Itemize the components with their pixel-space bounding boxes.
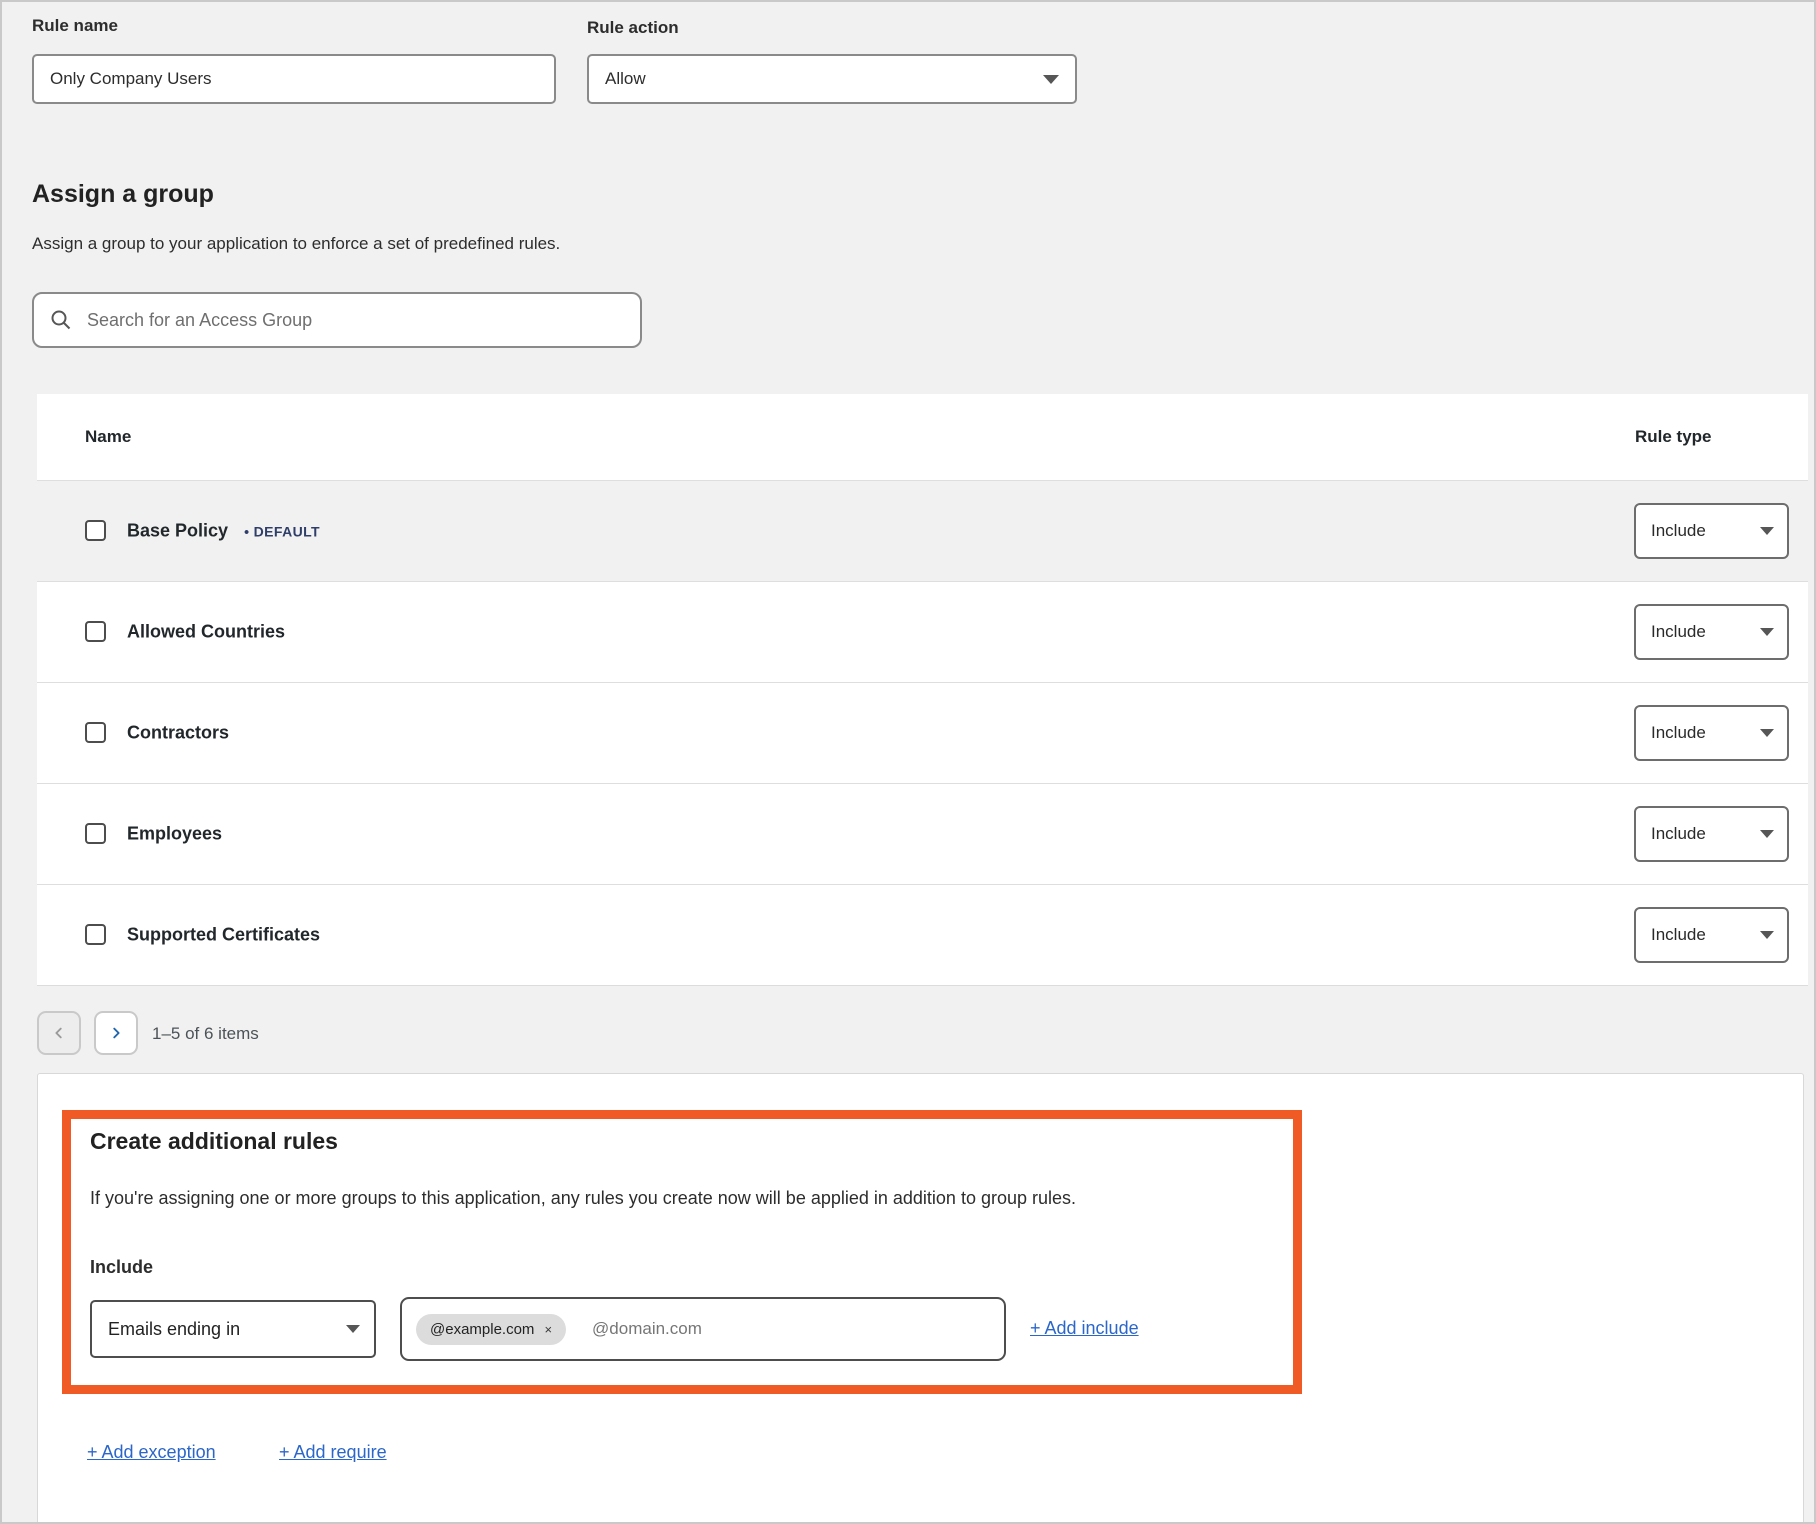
row-checkbox[interactable] — [85, 924, 106, 945]
chevron-down-icon — [1043, 75, 1059, 84]
email-domain-placeholder: @domain.com — [592, 1319, 702, 1339]
table-row: Employees Include — [37, 783, 1808, 884]
row-name-label: Supported Certificates — [127, 925, 320, 946]
additional-rules-description: If you're assigning one or more groups t… — [90, 1188, 1270, 1209]
rule-type-select[interactable]: Include — [1634, 503, 1789, 559]
row-name-label: Employees — [127, 824, 222, 845]
column-header-name: Name — [85, 427, 131, 447]
include-condition-select[interactable]: Emails ending in — [90, 1300, 376, 1358]
chevron-left-icon — [52, 1026, 66, 1040]
row-name-label: Allowed Countries — [127, 622, 285, 643]
email-domain-tag: @example.com × — [416, 1314, 566, 1345]
default-badge: DEFAULT — [244, 524, 320, 540]
row-checkbox[interactable] — [85, 722, 106, 743]
row-checkbox[interactable] — [85, 621, 106, 642]
rule-type-select[interactable]: Include — [1634, 604, 1789, 660]
rule-name-input[interactable]: Only Company Users — [32, 54, 556, 104]
chevron-down-icon — [1760, 931, 1774, 939]
access-group-table: Name Rule type Base PolicyDEFAULT Includ… — [37, 394, 1808, 986]
rule-action-select[interactable]: Allow — [587, 54, 1077, 104]
row-checkbox[interactable] — [85, 520, 106, 541]
group-table-body: Base PolicyDEFAULT Include Allowed Count… — [37, 480, 1808, 985]
chevron-down-icon — [1760, 628, 1774, 636]
column-header-rule-type: Rule type — [1635, 427, 1712, 447]
previous-page-button[interactable] — [37, 1011, 81, 1055]
rule-name-label: Rule name — [32, 16, 118, 36]
rule-type-select[interactable]: Include — [1634, 907, 1789, 963]
add-require-link[interactable]: + Add require — [279, 1442, 387, 1463]
rule-name-value: Only Company Users — [50, 69, 212, 89]
rule-action-value: Allow — [605, 69, 646, 89]
chevron-right-icon — [109, 1026, 123, 1040]
table-row: Base PolicyDEFAULT Include — [37, 480, 1808, 581]
assign-group-heading: Assign a group — [32, 180, 214, 209]
search-icon — [50, 309, 72, 331]
search-placeholder: Search for an Access Group — [87, 310, 312, 331]
table-row: Contractors Include — [37, 682, 1808, 783]
table-row: Allowed Countries Include — [37, 581, 1808, 682]
chevron-down-icon — [1760, 527, 1774, 535]
table-header-row: Name Rule type — [37, 394, 1808, 480]
chevron-down-icon — [1760, 729, 1774, 737]
table-row: Supported Certificates Include — [37, 884, 1808, 985]
include-condition-value: Emails ending in — [108, 1319, 240, 1340]
email-domain-input[interactable]: @example.com × @domain.com — [400, 1297, 1006, 1361]
access-group-search-input[interactable]: Search for an Access Group — [32, 292, 642, 348]
rule-type-select[interactable]: Include — [1634, 806, 1789, 862]
row-name-label: Contractors — [127, 723, 229, 744]
remove-tag-icon[interactable]: × — [544, 1323, 552, 1336]
add-exception-link[interactable]: + Add exception — [87, 1442, 216, 1463]
row-checkbox[interactable] — [85, 823, 106, 844]
rule-action-label: Rule action — [587, 18, 679, 38]
additional-rules-heading: Create additional rules — [90, 1128, 338, 1155]
chevron-down-icon — [346, 1325, 360, 1333]
rule-type-select[interactable]: Include — [1634, 705, 1789, 761]
tag-label: @example.com — [430, 1321, 534, 1338]
chevron-down-icon — [1760, 830, 1774, 838]
add-include-link[interactable]: + Add include — [1030, 1318, 1139, 1339]
include-section-label: Include — [90, 1257, 153, 1278]
row-name-label: Base PolicyDEFAULT — [127, 521, 320, 542]
access-rule-page: Rule name Only Company Users Rule action… — [0, 0, 1816, 1524]
assign-group-description: Assign a group to your application to en… — [32, 234, 560, 254]
pagination-status: 1–5 of 6 items — [152, 1024, 259, 1044]
next-page-button[interactable] — [94, 1011, 138, 1055]
